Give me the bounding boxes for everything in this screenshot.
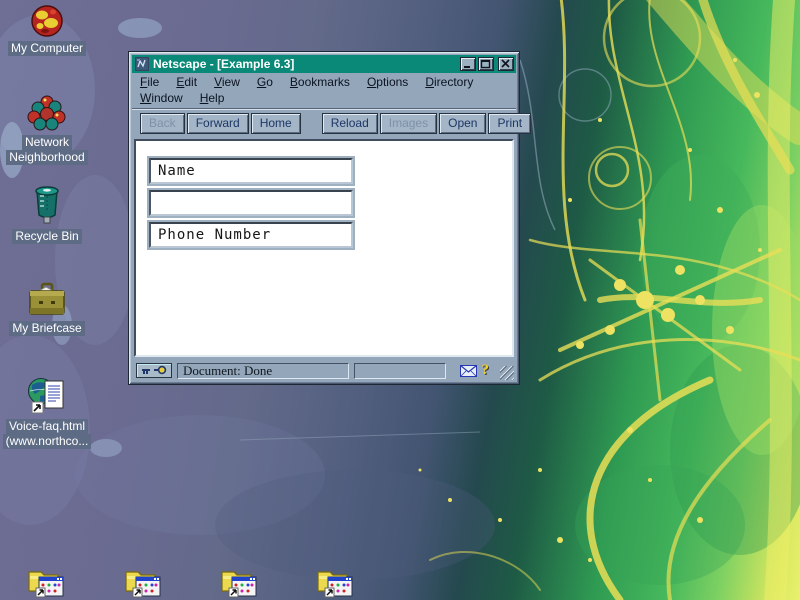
menu-go[interactable]: Go: [257, 74, 273, 90]
menu-options[interactable]: Options: [367, 74, 408, 90]
maximize-icon: [480, 59, 492, 69]
desktop: My Computer Network Neighbor: [0, 0, 800, 600]
menu-bookmarks[interactable]: Bookmarks: [290, 74, 350, 90]
desktop-icon-my-briefcase[interactable]: My Briefcase: [0, 282, 94, 336]
status-bar: Document: Done ?: [133, 360, 515, 381]
toolbar-reload-button[interactable]: Reload: [322, 113, 378, 134]
minimize-icon: [462, 59, 474, 69]
form-field-2[interactable]: [149, 190, 353, 216]
toolbar: BackForwardHomeReloadImagesOpenPrint: [132, 109, 516, 138]
help-question-icon[interactable]: ?: [482, 363, 490, 378]
folder-shortcut-icon: [123, 566, 163, 600]
window-title: Netscape - [Example 6.3]: [153, 57, 460, 71]
html-document-globe-icon: [0, 374, 94, 416]
toolbar-print-button[interactable]: Print: [488, 113, 531, 134]
window-titlebar[interactable]: Netscape - [Example 6.3]: [132, 55, 516, 73]
form: [136, 141, 512, 248]
desktop-icon-folder-shortcut[interactable]: [219, 566, 259, 600]
icon-label-line: Network: [22, 135, 72, 150]
desktop-icon-folder-shortcut[interactable]: [315, 566, 355, 600]
toolbar-back-button[interactable]: Back: [140, 113, 185, 134]
icon-label-line: (www.northco...: [3, 434, 92, 449]
toolbar-images-button[interactable]: Images: [380, 113, 437, 134]
desktop-icon-recycle-bin[interactable]: Recycle Bin: [0, 184, 94, 244]
menu-bar: FileEditViewGoBookmarksOptionsDirectory …: [132, 73, 516, 109]
menu-view[interactable]: View: [214, 74, 240, 90]
menu-window[interactable]: Window: [140, 90, 183, 106]
toolbar-home-button[interactable]: Home: [251, 113, 301, 134]
form-field-1[interactable]: [149, 158, 353, 184]
folder-shortcut-icon: [315, 566, 355, 600]
network-spheres-icon: [0, 94, 94, 132]
form-field-3[interactable]: [149, 222, 353, 248]
folder-shortcut-icon: [219, 566, 259, 600]
netscape-app-icon: [135, 57, 149, 71]
desktop-icon-my-computer[interactable]: My Computer: [0, 4, 94, 56]
desktop-icon-network-neighborhood[interactable]: Network Neighborhood: [0, 94, 94, 165]
close-button[interactable]: [498, 57, 514, 71]
maximize-button[interactable]: [478, 57, 494, 71]
netscape-window: Netscape - [Example 6.3] FileE: [128, 51, 520, 385]
icon-label: My Briefcase: [9, 321, 84, 336]
close-icon: [500, 59, 512, 69]
icon-label-line: Neighborhood: [6, 150, 87, 165]
icon-label: Recycle Bin: [12, 229, 81, 244]
menu-directory[interactable]: Directory: [425, 74, 473, 90]
minimize-button[interactable]: [460, 57, 476, 71]
briefcase-icon: [0, 282, 94, 318]
desktop-icon-voice-faq-html[interactable]: Voice-faq.html (www.northco...: [0, 374, 94, 449]
menu-edit[interactable]: Edit: [176, 74, 197, 90]
status-message: Document: Done: [177, 363, 349, 379]
desktop-icon-folder-shortcut[interactable]: [123, 566, 163, 600]
resize-grip[interactable]: [500, 366, 514, 380]
icon-label: My Computer: [8, 41, 86, 56]
desktop-icon-folder-shortcut[interactable]: [26, 566, 66, 600]
folder-shortcut-icon: [26, 566, 66, 600]
mail-icon[interactable]: [460, 365, 477, 377]
menu-row-1: File Edit View Go Bookmarks Options Directory: [132, 74, 516, 90]
toolbar-forward-button[interactable]: Forward: [187, 113, 249, 134]
recycle-bin-icon: [0, 184, 94, 226]
toolbar-open-button[interactable]: Open: [439, 113, 486, 134]
computer-sphere-icon: [0, 4, 94, 38]
progress-bar: [354, 363, 446, 379]
status-text: Document: Done: [183, 363, 272, 378]
security-broken-key-icon[interactable]: [136, 363, 172, 378]
menu-help[interactable]: Help: [200, 90, 225, 106]
menu-file[interactable]: File: [140, 74, 159, 90]
icon-label-line: Voice-faq.html: [6, 419, 88, 434]
menu-row-2: Window Help: [132, 90, 516, 106]
browser-content-area: [134, 139, 514, 357]
